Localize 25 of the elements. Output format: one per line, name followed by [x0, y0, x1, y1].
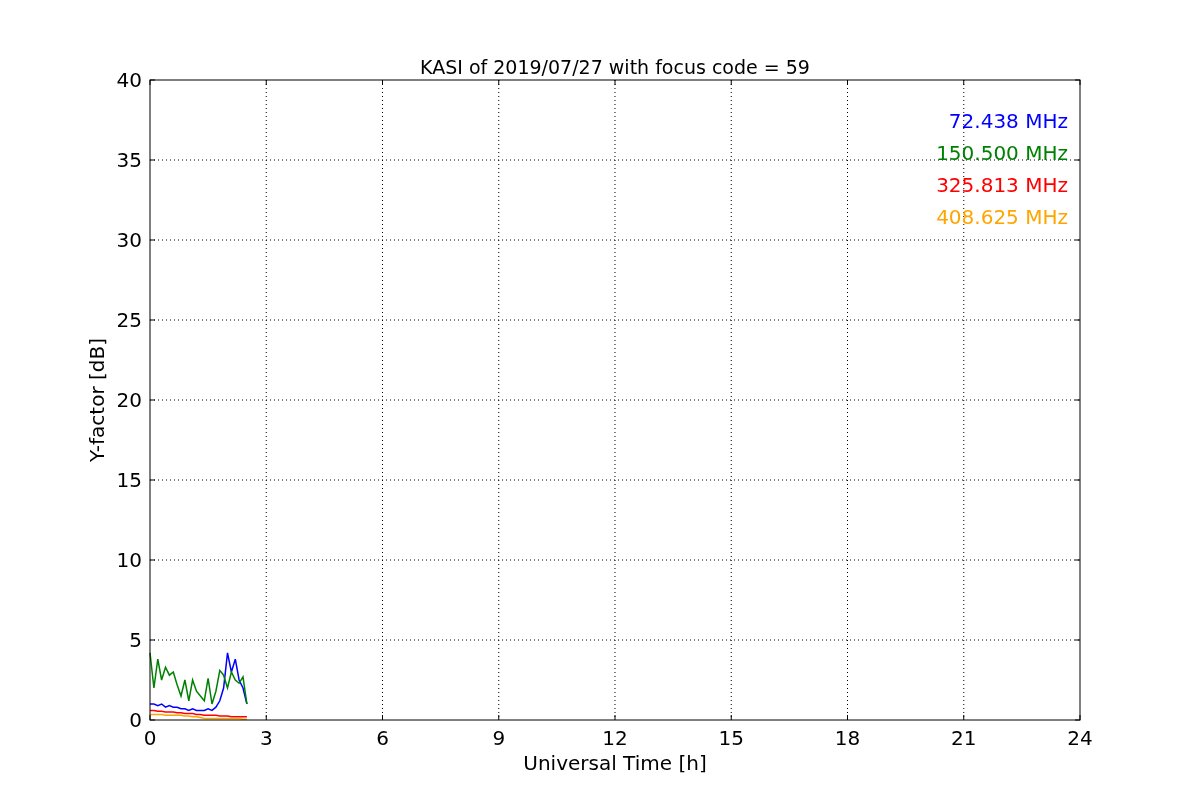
y-tick-label: 25 — [116, 308, 142, 332]
legend-label: 150.500 MHz — [936, 141, 1068, 165]
y-tick-label: 40 — [116, 68, 142, 92]
chart-title: KASI of 2019/07/27 with focus code = 59 — [420, 56, 810, 78]
x-tick-label: 15 — [718, 726, 744, 750]
x-tick-label: 6 — [376, 726, 389, 750]
x-tick-label: 24 — [1067, 726, 1093, 750]
x-axis-label: Universal Time [h] — [523, 751, 707, 775]
x-tick-label: 12 — [602, 726, 628, 750]
y-tick-label: 0 — [129, 708, 142, 732]
legend-label: 72.438 MHz — [948, 109, 1068, 133]
x-tick-label: 21 — [951, 726, 977, 750]
y-tick-label: 35 — [116, 148, 142, 172]
legend-label: 325.813 MHz — [936, 173, 1068, 197]
x-tick-label: 3 — [259, 726, 273, 750]
x-tick-label: 18 — [834, 726, 861, 750]
y-tick-label: 15 — [116, 468, 142, 492]
y-tick-label: 5 — [129, 628, 142, 652]
x-tick-label: 0 — [143, 726, 157, 750]
y-tick-label: 30 — [116, 228, 142, 252]
y-tick-label: 10 — [116, 548, 142, 572]
x-tick-label: 9 — [492, 726, 506, 750]
y-axis-label: Y-factor [dB] — [85, 338, 109, 462]
legend-label: 408.625 MHz — [936, 205, 1068, 229]
y-tick-label: 20 — [116, 388, 142, 412]
